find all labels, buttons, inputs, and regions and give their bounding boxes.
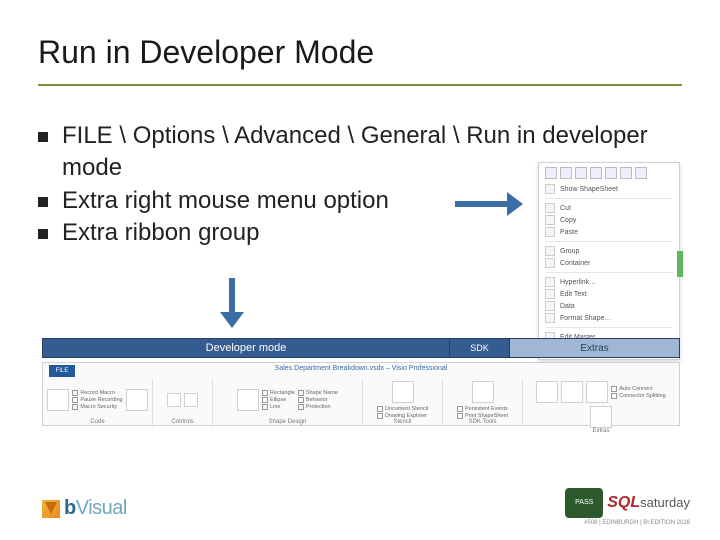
style-swatch-icon: [545, 167, 557, 179]
sql-saturday-subtitle: #508 | EDINBURGH | BI EDITION 2016: [584, 520, 690, 526]
ribbon-window-title: Sales Department Breakdown.vsdx – Visio …: [43, 363, 679, 372]
event-monitor-icon: [472, 381, 494, 403]
group-icon: [545, 246, 555, 256]
edit-icon: [536, 381, 558, 403]
edit-text-icon: [545, 289, 555, 299]
ribbon-label-sdk: SDK: [450, 338, 510, 358]
bullet-marker-icon: [38, 197, 48, 207]
ribbon-group-shape-design: Rectangle Ellipse Line Shape Name Behavi…: [213, 379, 363, 427]
bvisual-logo: bVisual: [42, 497, 127, 520]
copy-icon: [545, 215, 555, 225]
context-menu-item: Paste: [545, 226, 673, 238]
arrow-down-icon: [220, 278, 244, 328]
style-swatch-icon: [635, 167, 647, 179]
bullet-marker-icon: [38, 229, 48, 239]
ribbon-label-extras: Extras: [510, 338, 680, 358]
view-code-icon: [184, 393, 198, 407]
hyperlink-icon: [545, 277, 555, 287]
format-shape-icon: [545, 313, 555, 323]
ribbon-group-extras: Auto Connect Connector Splitting Extras: [523, 379, 679, 427]
ribbon-group-stencil: Document Stencil Drawing Explorer Stenci…: [363, 379, 443, 427]
pass-pill-icon: PASS: [565, 488, 603, 518]
slide-title: Run in Developer Mode: [38, 34, 374, 71]
visual-basic-icon: [47, 389, 69, 411]
context-menu-item: Data: [545, 300, 673, 312]
refresh-all-icon: [586, 381, 608, 403]
ribbon-screenshot: FILE Sales Department Breakdown.vsdx – V…: [42, 362, 680, 426]
context-menu-item: Show ShapeSheet: [545, 183, 673, 195]
style-swatch-icon: [620, 167, 632, 179]
context-menu-item: Container: [545, 257, 673, 269]
context-menu-item: Group: [545, 245, 673, 257]
paste-icon: [545, 227, 555, 237]
new-stencil-icon: [392, 381, 414, 403]
context-menu-item: Cut: [545, 202, 673, 214]
com-addins-icon: [126, 389, 148, 411]
style-swatch-icon: [560, 167, 572, 179]
ribbon-group-sdk-tools: Persistent Events Print ShapeSheet SDK T…: [443, 379, 523, 427]
bvisual-logo-icon: [42, 500, 60, 518]
sql-saturday-logo: PASS SQLsaturday #508 | EDINBURGH | BI E…: [565, 488, 690, 526]
design-mode-icon: [167, 393, 181, 407]
menu-item-icon: [545, 184, 555, 194]
style-swatch-icon: [605, 167, 617, 179]
arrow-right-icon: [455, 192, 525, 216]
context-menu-item: Edit Text: [545, 288, 673, 300]
container-icon: [545, 258, 555, 268]
show-shapesheet-icon: [237, 389, 259, 411]
ribbon-label-developer-mode: Developer mode: [42, 338, 450, 358]
context-menu-item: Format Shape…: [545, 312, 673, 324]
context-menu-item: Hyperlink…: [545, 276, 673, 288]
sql-text: SQL: [607, 494, 640, 511]
style-swatch-icon: [590, 167, 602, 179]
ribbon-group-code: Record Macro Pause Recording Macro Secur…: [43, 379, 153, 427]
title-underline: [38, 84, 682, 86]
style-swatch-icon: [575, 167, 587, 179]
context-menu-screenshot: Show ShapeSheet Cut Copy Paste Group Con…: [538, 162, 680, 360]
bvisual-logo-rest: Visual: [76, 497, 127, 519]
ribbon-group-controls: Controls: [153, 379, 213, 427]
context-menu-item: Copy: [545, 214, 673, 226]
ribbon-label-bar: Developer mode SDK Extras: [42, 338, 680, 358]
cut-icon: [545, 203, 555, 213]
bullet-marker-icon: [38, 132, 48, 142]
calculator-icon: [590, 406, 612, 428]
data-icon: [545, 301, 555, 311]
saturday-text: saturday: [640, 495, 690, 510]
delete-icon: [561, 381, 583, 403]
bvisual-logo-b: b: [64, 497, 76, 519]
